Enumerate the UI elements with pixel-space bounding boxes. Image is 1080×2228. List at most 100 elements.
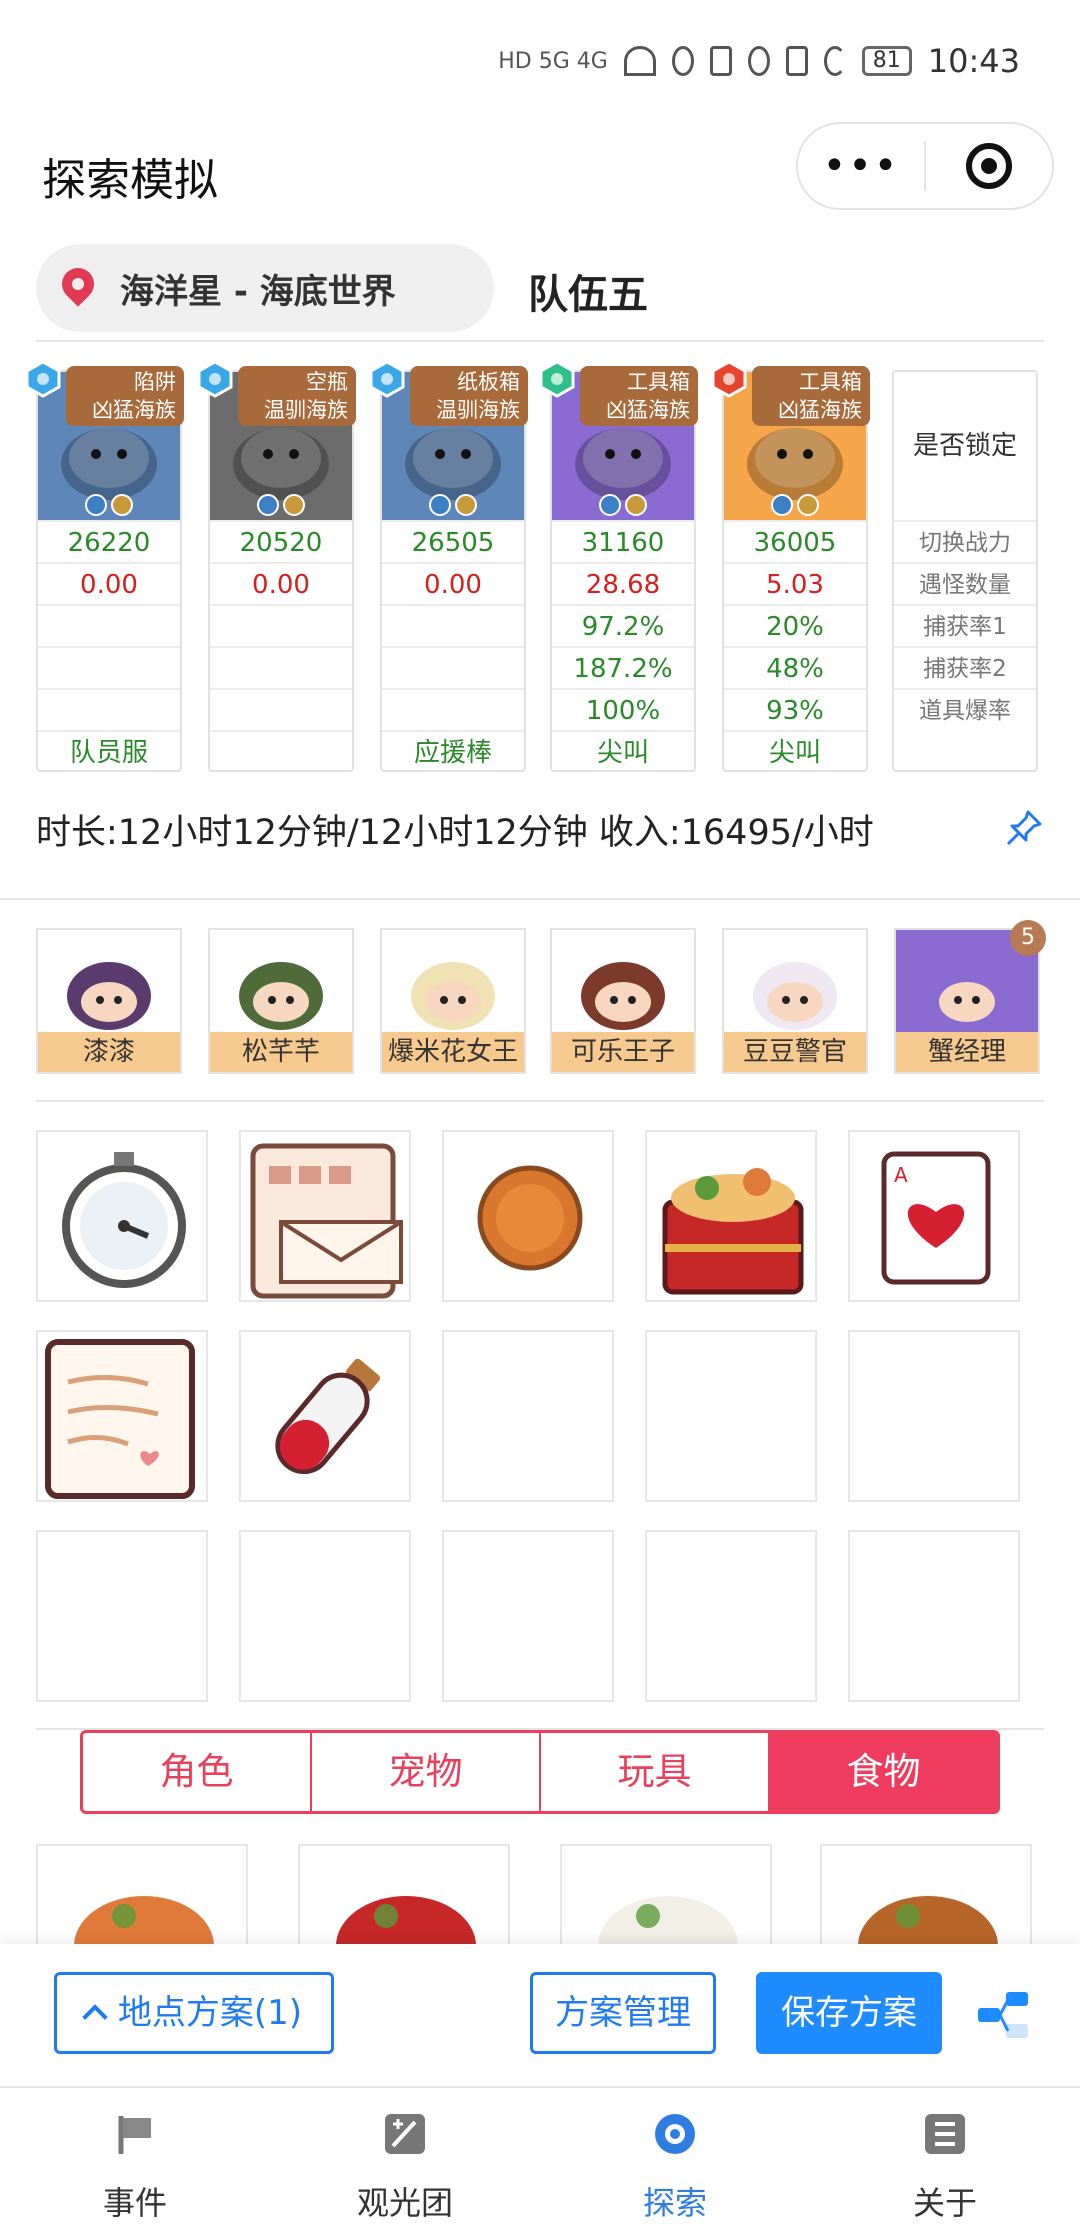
member-catch2 — [38, 646, 180, 688]
tourist-portrait — [210, 930, 352, 1032]
item-slot[interactable] — [36, 1130, 208, 1302]
food-icon — [858, 1896, 998, 1944]
tourist-portrait — [724, 930, 866, 1032]
tab-edit-square[interactable]: 观光团 — [270, 2088, 540, 2228]
food-icon — [598, 1896, 738, 1944]
item-slot[interactable] — [848, 1530, 1020, 1702]
member-drop: 93% — [724, 688, 866, 730]
tab-list[interactable]: 关于 — [810, 2088, 1080, 2228]
food-card[interactable] — [560, 1844, 772, 1944]
status-bar: HD 5G 4G 81 10:43 — [0, 0, 1080, 120]
member-item-tag: 纸板箱 — [457, 370, 520, 394]
tab-label: 关于 — [912, 2184, 977, 2222]
member-equip[interactable] — [210, 730, 352, 772]
network-indicator: HD 5G 4G — [498, 48, 608, 74]
more-button[interactable]: ••• — [798, 146, 924, 186]
item-slot[interactable] — [442, 1130, 614, 1302]
member-item-tag: 空瓶 — [306, 370, 348, 394]
category-tab[interactable]: 食物 — [770, 1733, 997, 1811]
member-race-tag: 温驯海族 — [436, 398, 520, 422]
tab-label: 事件 — [102, 2184, 167, 2222]
item-slot[interactable] — [36, 1330, 208, 1502]
item-slot[interactable]: A — [848, 1130, 1020, 1302]
lock-label[interactable]: 是否锁定 — [894, 372, 1036, 520]
pin-icon[interactable] — [1004, 808, 1044, 848]
item-slot[interactable] — [239, 1330, 411, 1502]
divider — [0, 898, 1080, 900]
tourist-portrait — [38, 930, 180, 1032]
item-slot[interactable] — [239, 1530, 411, 1702]
tourist-card[interactable]: 爆米花女王 — [380, 928, 526, 1074]
member-monsters: 0.00 — [382, 562, 524, 604]
member-race-tag: 温驯海族 — [264, 398, 348, 422]
tourist-card[interactable]: 豆豆警官 — [722, 928, 868, 1074]
food-card[interactable] — [298, 1844, 510, 1944]
item-slot[interactable] — [36, 1530, 208, 1702]
save-plan-button[interactable]: 保存方案 — [756, 1972, 942, 2054]
food-card[interactable] — [36, 1844, 248, 1944]
rarity-gem-icon — [24, 360, 62, 398]
member-equip[interactable]: 应援棒 — [382, 730, 524, 772]
food-icon — [74, 1896, 214, 1944]
member-catch2: 187.2% — [552, 646, 694, 688]
item-slot[interactable] — [442, 1530, 614, 1702]
close-button[interactable] — [926, 143, 1052, 189]
skill-icon — [771, 494, 793, 516]
bottom-tab-bar: 事件 观光团 探索 关于 — [0, 2086, 1080, 2228]
member-power: 31160 — [552, 520, 694, 562]
skill-icon — [111, 494, 133, 516]
member-equip[interactable]: 尖叫 — [724, 730, 866, 772]
power-label[interactable]: 切换战力 — [894, 520, 1036, 562]
member-race-tag: 凶猛海族 — [778, 398, 862, 422]
item-slot[interactable] — [645, 1130, 817, 1302]
category-tab[interactable]: 角色 — [83, 1733, 312, 1811]
item-slot[interactable] — [848, 1330, 1020, 1502]
member-power: 36005 — [724, 520, 866, 562]
member-catch2: 48% — [724, 646, 866, 688]
category-tab[interactable]: 宠物 — [312, 1733, 541, 1811]
team-member-card[interactable]: 工具箱 凶猛海族 31160 28.68 97.2% 187.2% 100% 尖叫 — [539, 360, 698, 772]
team-member-card[interactable]: 纸板箱 温驯海族 26505 0.00 应援棒 — [369, 360, 528, 772]
tab-explore[interactable]: 探索 — [540, 2088, 810, 2228]
location-pin-icon — [62, 268, 94, 308]
share-icon[interactable] — [974, 1984, 1034, 2044]
skill-icon — [599, 494, 621, 516]
location-selector[interactable]: 海洋星 - 海底世界 — [36, 244, 494, 332]
action-bar: 地点方案(1) 方案管理 保存方案 — [0, 1944, 1080, 2084]
team-member-card[interactable]: 工具箱 凶猛海族 36005 5.03 20% 48% 93% 尖叫 — [711, 360, 870, 772]
plan-manage-button[interactable]: 方案管理 — [530, 1972, 716, 2054]
item-slot[interactable] — [645, 1330, 817, 1502]
tourist-count-badge: 5 — [1010, 920, 1046, 956]
tab-flag[interactable]: 事件 — [0, 2088, 270, 2228]
category-tab[interactable]: 玩具 — [541, 1733, 770, 1811]
member-equip[interactable]: 尖叫 — [552, 730, 694, 772]
item-slot[interactable] — [239, 1130, 411, 1302]
member-item-tag: 工具箱 — [799, 370, 862, 394]
member-item-tag: 陷阱 — [134, 370, 176, 394]
member-power: 20520 — [210, 520, 352, 562]
tourist-card[interactable]: 蟹经理 5 — [894, 920, 1046, 1074]
member-catch2 — [382, 646, 524, 688]
tab-label: 探索 — [642, 2184, 707, 2222]
rarity-gem-icon — [196, 360, 234, 398]
item-slot[interactable] — [645, 1530, 817, 1702]
summary-text: 时长:12小时12分钟/12小时12分钟 收入:16495/小时 — [36, 813, 874, 853]
skill-icon — [429, 494, 451, 516]
team-member-card[interactable]: 空瓶温驯海族 20520 0.00 — [197, 360, 356, 772]
moon-icon — [823, 46, 846, 76]
member-catch1 — [210, 604, 352, 646]
alarm-icon — [747, 46, 770, 76]
location-plan-button[interactable]: 地点方案(1) — [54, 1972, 334, 2054]
monsters-label: 遇怪数量 — [894, 562, 1036, 604]
member-equip[interactable]: 队员服 — [38, 730, 180, 772]
tourist-card[interactable]: 松芊芊 — [208, 928, 354, 1074]
tourist-card[interactable]: 可乐王子 — [550, 928, 696, 1074]
item-slot[interactable] — [442, 1330, 614, 1502]
eye-icon — [671, 46, 694, 76]
team-member-card[interactable]: 陷阱 凶猛海族 26220 0.00 队员服 — [25, 360, 184, 772]
member-monsters: 0.00 — [210, 562, 352, 604]
food-card[interactable] — [820, 1844, 1032, 1944]
team-name[interactable]: 队伍五 — [528, 262, 648, 320]
tourist-card[interactable]: 漆漆 — [36, 928, 182, 1074]
battery-indicator: 81 — [861, 46, 912, 76]
